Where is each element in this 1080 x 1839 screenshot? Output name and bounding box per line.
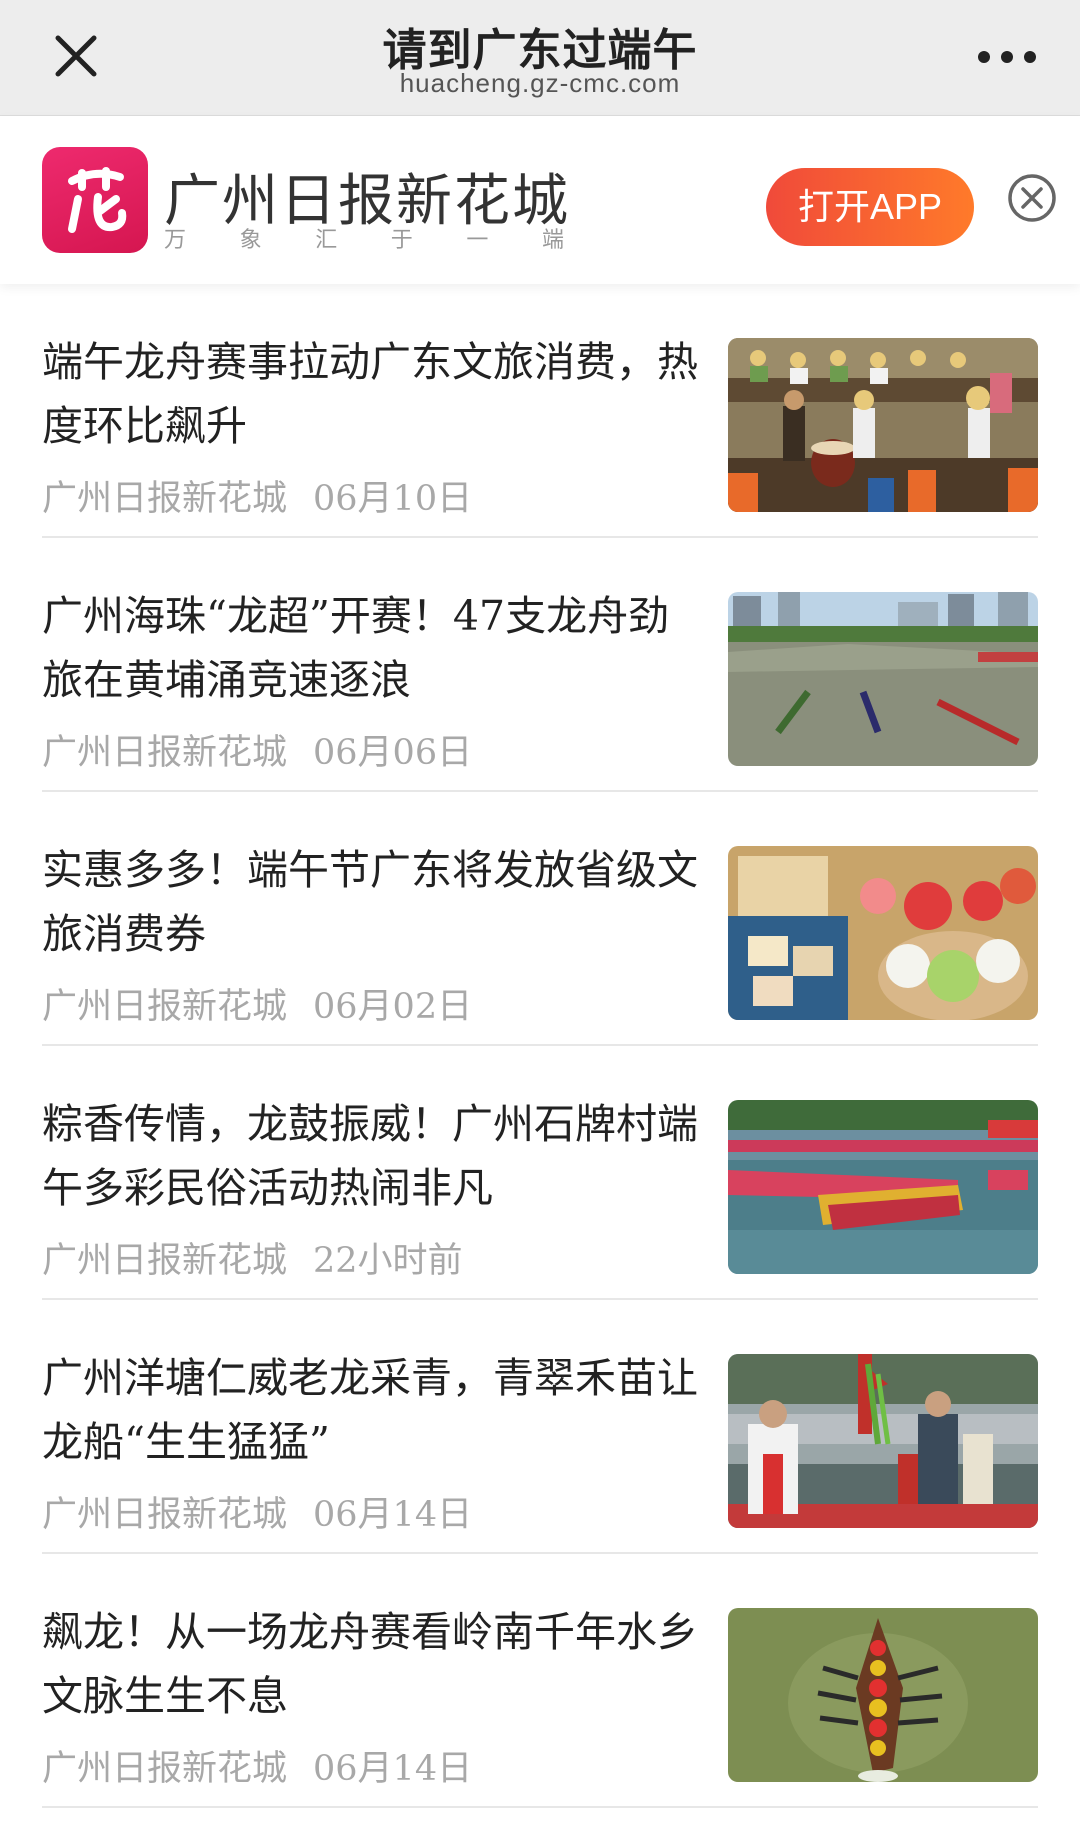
news-title[interactable]: 粽香传情，龙鼓振威！广州石牌村端午多彩民俗活动热闹非凡 [42, 1092, 710, 1220]
news-source: 广州日报新花城 [42, 479, 288, 519]
news-date: 22小时前 [313, 1241, 463, 1281]
slogan-char: 端 [541, 228, 564, 253]
news-thumbnail-colorful-boat-procession[interactable] [728, 1100, 1038, 1274]
news-item[interactable]: 实惠多多！端午节广东将发放省级文旅消费券 广州日报新花城 06月02日 [0, 792, 1080, 1046]
news-source: 广州日报新花城 [42, 733, 288, 773]
news-source: 广州日报新花城 [42, 1495, 288, 1535]
news-meta: 广州日报新花城 22小时前 [42, 1232, 463, 1283]
slogan-char: 于 [390, 228, 413, 253]
slogan-char: 汇 [315, 228, 338, 253]
app-download-banner: 广州日报新花城 万 象 汇 于 一 端 打开APP [0, 116, 1080, 284]
news-title[interactable]: 实惠多多！端午节广东将发放省级文旅消费券 [42, 838, 710, 966]
news-item[interactable]: 粽香传情，龙鼓振威！广州石牌村端午多彩民俗活动热闹非凡 广州日报新花城 22小时前 [0, 1046, 1080, 1300]
app-logo [42, 147, 148, 253]
news-meta: 广州日报新花城 06月02日 [42, 978, 472, 1029]
news-date: 06月02日 [313, 987, 473, 1027]
news-title[interactable]: 飙龙！从一场龙舟赛看岭南千年水乡文脉生生不息 [42, 1600, 710, 1728]
news-title[interactable]: 端午龙舟赛事拉动广东文旅消费，热度环比飙升 [42, 330, 710, 458]
news-thumbnail-dragon-boat-topdown[interactable] [728, 1608, 1038, 1782]
news-source: 广州日报新花城 [42, 1241, 288, 1281]
news-meta: 广州日报新花城 06月06日 [42, 724, 472, 775]
news-source: 广州日报新花城 [42, 1749, 288, 1789]
open-app-button[interactable]: 打开APP [766, 168, 974, 246]
news-item[interactable]: 广州洋塘仁威老龙采青，青翠禾苗让龙船“生生猛猛” 广州日报新花城 06月14日 [0, 1300, 1080, 1554]
news-title[interactable]: 广州海珠“龙超”开赛！47支龙舟劲旅在黄埔涌竞速逐浪 [42, 584, 710, 712]
news-item[interactable]: 广州海珠“龙超”开赛！47支龙舟劲旅在黄埔涌竞速逐浪 广州日报新花城 06月06日 [0, 538, 1080, 792]
news-date: 06月10日 [313, 479, 473, 519]
news-source: 广州日报新花城 [42, 987, 288, 1027]
slogan-char: 象 [239, 228, 262, 253]
slogan-char: 万 [164, 228, 187, 253]
news-item[interactable]: 飙龙！从一场龙舟赛看岭南千年水乡文脉生生不息 广州日报新花城 06月14日 [0, 1554, 1080, 1808]
news-meta: 广州日报新花城 06月10日 [42, 470, 472, 521]
brand-slogan: 万 象 汇 于 一 端 [164, 222, 564, 254]
slogan-char: 一 [466, 228, 489, 253]
news-list: 端午龙舟赛事拉动广东文旅消费，热度环比飙升 广州日报新花城 06月10日 广州海… [0, 284, 1080, 1808]
news-thumbnail-river-race-aerial[interactable] [728, 592, 1038, 766]
page-url: huacheng.gz-cmc.com [399, 68, 681, 98]
news-meta: 广州日报新花城 06月14日 [42, 1740, 472, 1791]
news-date: 06月14日 [313, 1495, 473, 1535]
news-thumbnail-dragon-boat-drummers[interactable] [728, 338, 1038, 512]
news-title[interactable]: 广州洋塘仁威老龙采青，青翠禾苗让龙船“生生猛猛” [42, 1346, 710, 1474]
banner-close-icon[interactable] [1006, 172, 1058, 224]
news-thumbnail-festival-snacks[interactable] [728, 846, 1038, 1020]
news-thumbnail-rice-seedling-ceremony[interactable] [728, 1354, 1038, 1528]
news-item[interactable]: 端午龙舟赛事拉动广东文旅消费，热度环比飙升 广州日报新花城 06月10日 [0, 284, 1080, 538]
divider [42, 1806, 1038, 1808]
news-meta: 广州日报新花城 06月14日 [42, 1486, 472, 1537]
news-date: 06月06日 [313, 733, 473, 773]
more-options-icon[interactable] [972, 42, 1042, 72]
news-date: 06月14日 [313, 1749, 473, 1789]
top-nav-bar: 请到广东过端午 huacheng.gz-cmc.com [0, 0, 1080, 116]
